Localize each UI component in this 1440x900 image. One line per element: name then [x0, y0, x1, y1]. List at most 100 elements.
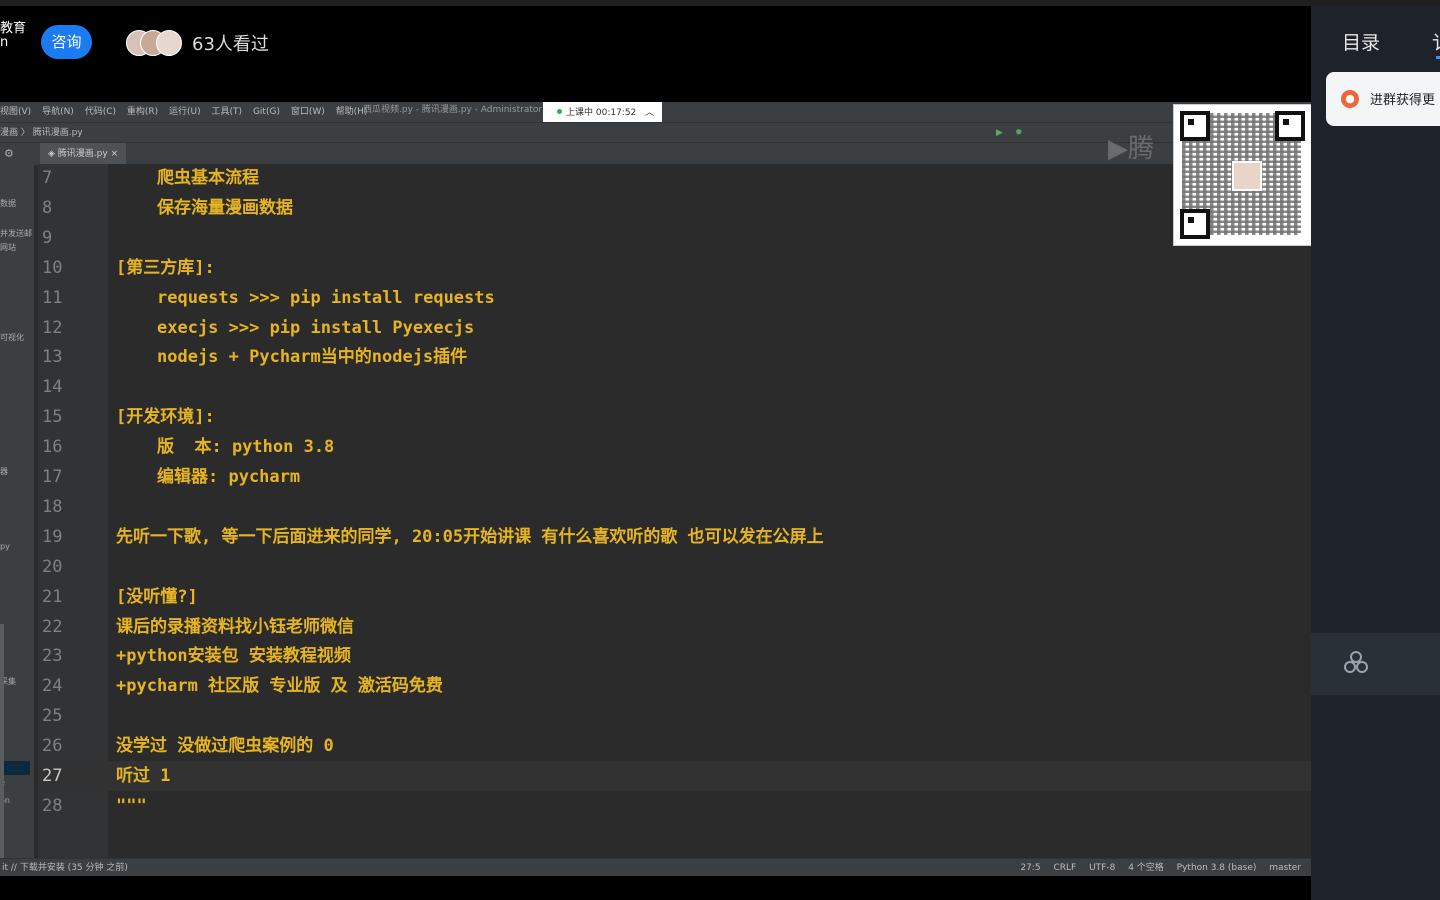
line-number: 7	[42, 168, 53, 188]
tab-catalog[interactable]: 目录	[1342, 28, 1380, 55]
qr-finder	[1180, 111, 1210, 141]
status-bar: it // 下载并安装 (35 分钟 之前) 27:5 CRLF UTF-8 4…	[0, 858, 1311, 877]
line-number: 14	[42, 377, 63, 398]
code-text[interactable]: 课后的录播资料找小钰老师微信	[116, 612, 354, 642]
line-number: 23	[42, 646, 63, 667]
status-message[interactable]: it // 下载并安装 (35 分钟 之前)	[2, 859, 128, 877]
run-icon[interactable]: ▶	[996, 123, 1003, 143]
menu-item-tools[interactable]: 工具(T)	[212, 107, 243, 117]
file-encoding[interactable]: UTF-8	[1089, 863, 1115, 873]
tab-label: 腾讯漫画.py	[57, 149, 108, 159]
code-line: 10 [第三方库]:	[0, 253, 1311, 283]
stream-footer	[0, 876, 1311, 900]
line-number: 16	[42, 437, 63, 458]
code-line: 15 [开发环境]:	[0, 402, 1311, 432]
line-number: 8	[42, 197, 53, 218]
line-number: 11	[42, 287, 63, 308]
code-text[interactable]: requests >>> pip install requests	[157, 283, 495, 313]
recording-indicator[interactable]: 上课中 00:17:52 ︿	[543, 102, 662, 124]
code-text[interactable]: """	[116, 791, 147, 821]
menu-item-code[interactable]: 代码(C)	[85, 107, 116, 117]
code-line: 17 编辑器: pycharm	[0, 462, 1311, 492]
code-line: 13 nodejs + Pycharm当中的nodejs插件	[0, 342, 1311, 372]
right-panel: 目录 讠 ● 进群获得更	[1311, 6, 1440, 900]
brand-name: 教育 n	[0, 21, 27, 50]
chevron-up-icon[interactable]: ︿	[645, 102, 654, 124]
qr-finder	[1275, 111, 1305, 141]
line-number: 19	[42, 526, 63, 547]
code-text[interactable]: nodejs + Pycharm当中的nodejs插件	[157, 342, 467, 372]
active-tab-indicator	[1436, 56, 1440, 59]
code-line: 12 execjs >>> pip install Pyexecjs	[0, 313, 1311, 343]
recording-dot-icon	[557, 109, 562, 114]
python-interpreter[interactable]: Python 3.8 (base)	[1177, 863, 1257, 873]
code-text[interactable]: 版 本: python 3.8	[157, 432, 334, 462]
code-text[interactable]: 先听一下歌, 等一下后面进来的同学, 20:05开始讲课 有什么喜欢听的歌 也可…	[116, 522, 824, 552]
menu-item-refactor[interactable]: 重构(R)	[127, 107, 158, 117]
line-number: 18	[42, 496, 63, 517]
code-line: 24 +pycharm 社区版 专业版 及 激活码免费	[0, 671, 1311, 701]
code-text[interactable]: 编辑器: pycharm	[157, 462, 300, 492]
join-group-card[interactable]: ● 进群获得更	[1326, 72, 1440, 126]
close-icon[interactable]: ×	[111, 149, 119, 159]
code-text[interactable]: [开发环境]:	[116, 402, 215, 432]
code-line: 16 版 本: python 3.8	[0, 432, 1311, 462]
code-text[interactable]: 爬虫基本流程	[157, 163, 259, 193]
line-number: 25	[42, 706, 63, 727]
recording-time: 上课中 00:17:52	[566, 108, 637, 118]
line-separator[interactable]: CRLF	[1053, 863, 1076, 873]
status-right-group: 27:5 CRLF UTF-8 4 个空格 Python 3.8 (base) …	[1010, 859, 1301, 877]
code-line: 22 课后的录播资料找小钰老师微信	[0, 612, 1311, 642]
code-line: 27 听过 1	[0, 761, 1311, 791]
line-number: 13	[42, 347, 63, 368]
line-number: 12	[42, 317, 63, 338]
code-line: 18	[0, 492, 1311, 522]
join-group-text: 进群获得更	[1370, 93, 1436, 108]
menu-item-run[interactable]: 运行(U)	[169, 107, 201, 117]
qr-avatar	[1232, 161, 1262, 191]
avatar	[156, 30, 182, 56]
code-line: 19 先听一下歌, 等一下后面进来的同学, 20:05开始讲课 有什么喜欢听的歌 …	[0, 522, 1311, 552]
menu-item-navigate[interactable]: 导航(N)	[42, 107, 74, 117]
consult-button[interactable]: 咨询	[41, 25, 92, 59]
line-number: 20	[42, 556, 63, 577]
ide-window: 视图(V) 导航(N) 代码(C) 重构(R) 运行(U) 工具(T) Git(…	[0, 102, 1311, 877]
line-number: 9	[42, 227, 53, 248]
code-text[interactable]: +python安装包 安装教程视频	[116, 641, 351, 671]
code-text[interactable]: 没学过 没做过爬虫案例的 0	[116, 731, 334, 761]
code-line: 9	[0, 223, 1311, 253]
tab-discussion[interactable]: 讠	[1432, 28, 1440, 55]
menu-item-view[interactable]: 视图(V)	[0, 107, 31, 117]
line-number: 22	[42, 616, 63, 637]
line-number: 10	[42, 257, 63, 278]
indent-setting[interactable]: 4 个空格	[1128, 863, 1164, 873]
line-number: 28	[42, 795, 63, 816]
code-line: 8 保存海量漫画数据	[0, 193, 1311, 223]
code-text[interactable]: [没听懂?]	[116, 582, 198, 612]
cursor-position[interactable]: 27:5	[1020, 863, 1040, 873]
qr-finder	[1180, 209, 1210, 239]
line-number: 21	[42, 586, 63, 607]
code-line: 28 """	[0, 791, 1311, 821]
settings-icon[interactable]: ⚙	[4, 147, 14, 160]
code-line: 20	[0, 552, 1311, 582]
stream-header: 教育 n 咨询 63人看过	[0, 6, 1311, 70]
python-file-icon: ◈	[48, 149, 58, 159]
code-text[interactable]: 保存海量漫画数据	[157, 193, 293, 223]
debug-icon[interactable]: ✹	[1015, 123, 1023, 143]
code-line: 25	[0, 701, 1311, 731]
git-branch[interactable]: master	[1269, 863, 1301, 873]
watermark-text: 腾	[1128, 134, 1155, 164]
breadcrumb-path[interactable]: 漫画 〉 腾讯漫画.py	[0, 128, 83, 138]
code-text[interactable]: +pycharm 社区版 专业版 及 激活码免费	[116, 671, 443, 701]
code-line: 11 requests >>> pip install requests	[0, 283, 1311, 313]
menu-item-window[interactable]: 窗口(W)	[291, 107, 325, 117]
code-line: 21 [没听懂?]	[0, 582, 1311, 612]
code-text[interactable]: execjs >>> pip install Pyexecjs	[157, 313, 474, 343]
code-text[interactable]: [第三方库]:	[116, 253, 215, 283]
menu-item-git[interactable]: Git(G)	[253, 107, 280, 117]
line-number: 15	[42, 407, 63, 428]
group-chat-icon[interactable]	[1342, 649, 1370, 677]
code-text[interactable]: 听过 1	[116, 761, 170, 791]
viewer-avatars	[126, 30, 186, 56]
